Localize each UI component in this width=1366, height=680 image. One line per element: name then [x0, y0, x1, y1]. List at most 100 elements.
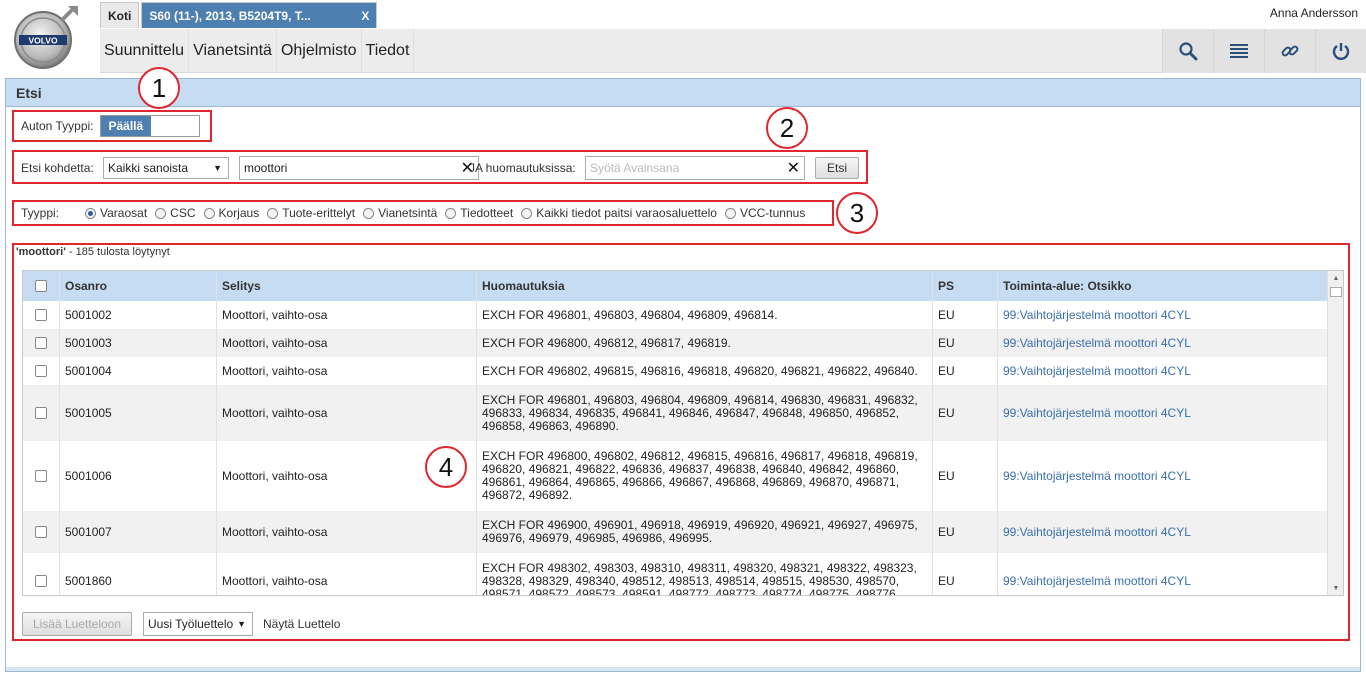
scroll-down-icon[interactable]: ▼ [1328, 581, 1343, 595]
row-checkbox[interactable] [35, 365, 47, 377]
cell-osanro-text: 5001004 [65, 364, 112, 378]
cell-selitys: Moottori, vaihto-osa [217, 553, 477, 595]
car-type-toggle[interactable]: Päällä [99, 115, 200, 137]
menu-item-suunnittelu[interactable]: Suunnittelu [100, 29, 190, 73]
search-input[interactable]: moottori ✕ [239, 156, 479, 180]
add-to-list-button[interactable]: Lisää Luetteloon [22, 612, 132, 636]
cell-ps-text: EU [938, 574, 955, 588]
select-all-checkbox[interactable] [35, 280, 47, 292]
table-scrollbar[interactable]: ▲ ▼ [1327, 271, 1343, 595]
table-body: 5001002 Moottori, vaihto-osa EXCH FOR 4968… [23, 301, 1328, 596]
column-header-selitys[interactable]: Selitys [217, 271, 477, 301]
annotation-1: 1 [138, 67, 180, 109]
cell-osanro: 5001005 [60, 385, 217, 441]
search-target-select[interactable]: Kaikki sanoista ▼ [103, 157, 229, 179]
radio-dot [521, 207, 533, 219]
notes-input[interactable]: Syötä Avainsana ✕ [585, 156, 805, 180]
column-header-huomautuksia[interactable]: Huomautuksia [477, 271, 933, 301]
radio-dot [85, 207, 97, 219]
row-checkbox-cell [23, 441, 60, 511]
cell-toiminta-alue-text[interactable]: 99:Vaihtojärjestelmä moottori 4CYL [1003, 469, 1191, 483]
row-checkbox[interactable] [35, 575, 47, 587]
radio-vianetsinta[interactable]: Vianetsintä [363, 206, 437, 220]
radio-korjaus[interactable]: Korjaus [203, 206, 259, 220]
list-tool-button[interactable] [1213, 29, 1264, 73]
table-row[interactable]: 5001005 Moottori, vaihto-osa EXCH FOR 4968… [23, 385, 1328, 441]
radio-vcc-tunnus[interactable]: VCC-tunnus [724, 206, 805, 220]
row-checkbox[interactable] [35, 309, 47, 321]
table-row[interactable]: 5001003 Moottori, vaihto-osa EXCH FOR 4968… [23, 329, 1328, 357]
cell-ps: EU [933, 511, 998, 553]
row-checkbox[interactable] [35, 337, 47, 349]
table-row[interactable]: 5001007 Moottori, vaihto-osa EXCH FOR 4969… [23, 511, 1328, 553]
menu-item-ohjelmisto[interactable]: Ohjelmisto [277, 29, 362, 73]
table-row[interactable]: 5001004 Moottori, vaihto-osa EXCH FOR 4968… [23, 357, 1328, 385]
cell-huomautuksia-text: EXCH FOR 496802, 496815, 496816, 496818,… [482, 363, 918, 378]
column-header-ps[interactable]: PS [933, 271, 998, 301]
radio-csc[interactable]: CSC [155, 206, 196, 220]
power-icon [1332, 43, 1350, 60]
toolbar [1162, 29, 1366, 73]
search-button[interactable]: Etsi [815, 157, 859, 179]
type-filter-label: Tyyppi: [21, 206, 60, 220]
cell-selitys: Moottori, vaihto-osa [217, 511, 477, 553]
cell-toiminta-alue-text[interactable]: 99:Vaihtojärjestelmä moottori 4CYL [1003, 336, 1191, 350]
tab-home[interactable]: Koti [100, 2, 140, 28]
cell-huomautuksia-text: EXCH FOR 498302, 498303, 498310, 498311,… [482, 560, 917, 596]
cell-huomautuksia: EXCH FOR 496800, 496802, 496812, 496815,… [477, 441, 933, 511]
show-list-link[interactable]: Näytä Luettelo [263, 617, 340, 631]
row-checkbox[interactable] [35, 407, 47, 419]
work-list-select[interactable]: Uusi Työluettelo ▼ [143, 612, 253, 636]
menu-item-vianetsinta[interactable]: Vianetsintä [189, 29, 277, 73]
cell-toiminta-alue-text[interactable]: 99:Vaihtojärjestelmä moottori 4CYL [1003, 574, 1191, 588]
table-row[interactable]: 5001006 Moottori, vaihto-osa EXCH FOR 4968… [23, 441, 1328, 511]
cell-osanro: 5001004 [60, 357, 217, 385]
chevron-down-icon: ▼ [237, 619, 246, 629]
cell-ps-text: EU [938, 406, 955, 420]
cell-selitys: Moottori, vaihto-osa [217, 385, 477, 441]
car-type-label: Auton Tyyppi: [21, 119, 94, 133]
row-checkbox[interactable] [35, 470, 47, 482]
panel-title: Etsi [6, 79, 1360, 107]
table-row[interactable]: 5001860 Moottori, vaihto-osa EXCH FOR 4983… [23, 553, 1328, 596]
column-header-osanro[interactable]: Osanro [60, 271, 217, 301]
volvo-logo[interactable]: VOLVO [10, 4, 80, 70]
radio-dot [155, 207, 167, 219]
scroll-thumb[interactable] [1330, 287, 1342, 297]
cell-toiminta-alue-text[interactable]: 99:Vaihtojärjestelmä moottori 4CYL [1003, 406, 1191, 420]
clear-notes-icon[interactable]: ✕ [787, 158, 800, 178]
radio-dot [445, 207, 457, 219]
cell-osanro: 5001003 [60, 329, 217, 357]
cell-osanro-text: 5001003 [65, 336, 112, 350]
scroll-up-icon[interactable]: ▲ [1328, 271, 1343, 285]
cell-huomautuksia: EXCH FOR 496900, 496901, 496918, 496919,… [477, 511, 933, 553]
radio-kaikki-tiedot[interactable]: Kaikki tiedot paitsi varaosaluettelo [521, 206, 717, 220]
row-checkbox[interactable] [35, 526, 47, 538]
tab-close-icon[interactable]: X [361, 9, 369, 23]
radio-tuote-erittelyt[interactable]: Tuote-erittelyt [267, 206, 355, 220]
result-query: 'moottori' [16, 246, 66, 258]
cell-selitys-text: Moottori, vaihto-osa [222, 364, 328, 378]
power-tool-button[interactable] [1315, 29, 1366, 73]
link-tool-button[interactable] [1264, 29, 1315, 73]
list-icon [1230, 44, 1248, 58]
table-row[interactable]: 5001002 Moottori, vaihto-osa EXCH FOR 4968… [23, 301, 1328, 329]
cell-osanro: 5001007 [60, 511, 217, 553]
radio-varaosat[interactable]: Varaosat [85, 206, 147, 220]
cell-toiminta-alue-text[interactable]: 99:Vaihtojärjestelmä moottori 4CYL [1003, 364, 1191, 378]
cell-ps: EU [933, 385, 998, 441]
search-input-value: moottori [244, 161, 288, 175]
menu-item-tiedot[interactable]: Tiedot [362, 29, 415, 73]
notes-input-placeholder: Syötä Avainsana [590, 161, 680, 175]
cell-toiminta-alue-text[interactable]: 99:Vaihtojärjestelmä moottori 4CYL [1003, 525, 1191, 539]
cell-toiminta-alue-text[interactable]: 99:Vaihtojärjestelmä moottori 4CYL [1003, 308, 1191, 322]
tab-vehicle[interactable]: S60 (11-), 2013, B5204T9, T... X [141, 2, 378, 28]
search-row: Etsi kohdetta: Kaikki sanoista ▼ moottor… [21, 156, 861, 180]
cell-toiminta-alue: 99:Vaihtojärjestelmä moottori 4CYL [998, 385, 1328, 441]
radio-tiedotteet[interactable]: Tiedotteet [445, 206, 513, 220]
column-header-toiminta-alue[interactable]: Toiminta-alue: Otsikko [998, 271, 1328, 301]
car-type-row: Auton Tyyppi: Päällä [21, 115, 200, 137]
search-tool-button[interactable] [1162, 29, 1213, 73]
results-footer: Lisää Luetteloon Uusi Työluettelo ▼ Näyt… [22, 612, 340, 636]
cell-ps-text: EU [938, 469, 955, 483]
